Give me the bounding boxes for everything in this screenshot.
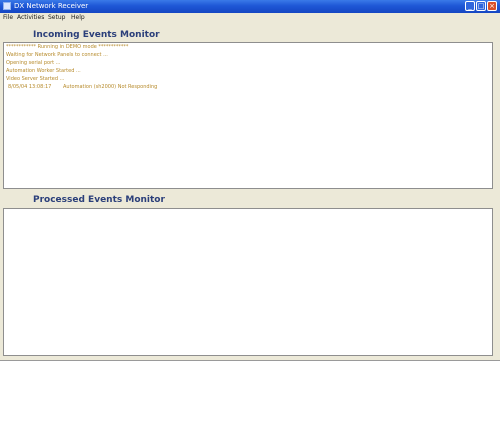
menu-help[interactable]: Help (71, 13, 85, 23)
title-bar[interactable]: DX Network Receiver _ □ × (0, 0, 500, 13)
minimize-button[interactable]: _ (465, 1, 475, 11)
menu-setup[interactable]: Setup (48, 13, 65, 23)
window-title: DX Network Receiver (14, 2, 89, 10)
menu-file[interactable]: File (3, 13, 13, 23)
menu-activities[interactable]: Activities (17, 13, 44, 23)
log-event-message: Automation (sh2000) Not Responding (63, 84, 158, 90)
log-line: Opening serial port ... (6, 60, 61, 66)
log-line: Waiting for Network Panels to connect ..… (6, 52, 108, 58)
menu-bar: File Activities Setup Help (0, 13, 500, 23)
close-button[interactable]: × (487, 1, 497, 11)
incoming-events-title: Incoming Events Monitor (33, 30, 160, 40)
log-line: ************ Running in DEMO mode ******… (6, 44, 129, 50)
processed-events-title: Processed Events Monitor (33, 195, 165, 205)
app-icon (3, 2, 11, 10)
log-line: Automation Worker Started ... (6, 68, 81, 74)
log-event-time: 8/05/04 13:08:17 (8, 84, 52, 90)
maximize-button[interactable]: □ (476, 1, 486, 11)
log-line: Video Server Started ... (6, 76, 65, 82)
app-window: DX Network Receiver _ □ × File Activitie… (0, 0, 500, 361)
incoming-events-log[interactable]: ************ Running in DEMO mode ******… (3, 42, 493, 189)
processed-events-log[interactable] (3, 208, 493, 356)
